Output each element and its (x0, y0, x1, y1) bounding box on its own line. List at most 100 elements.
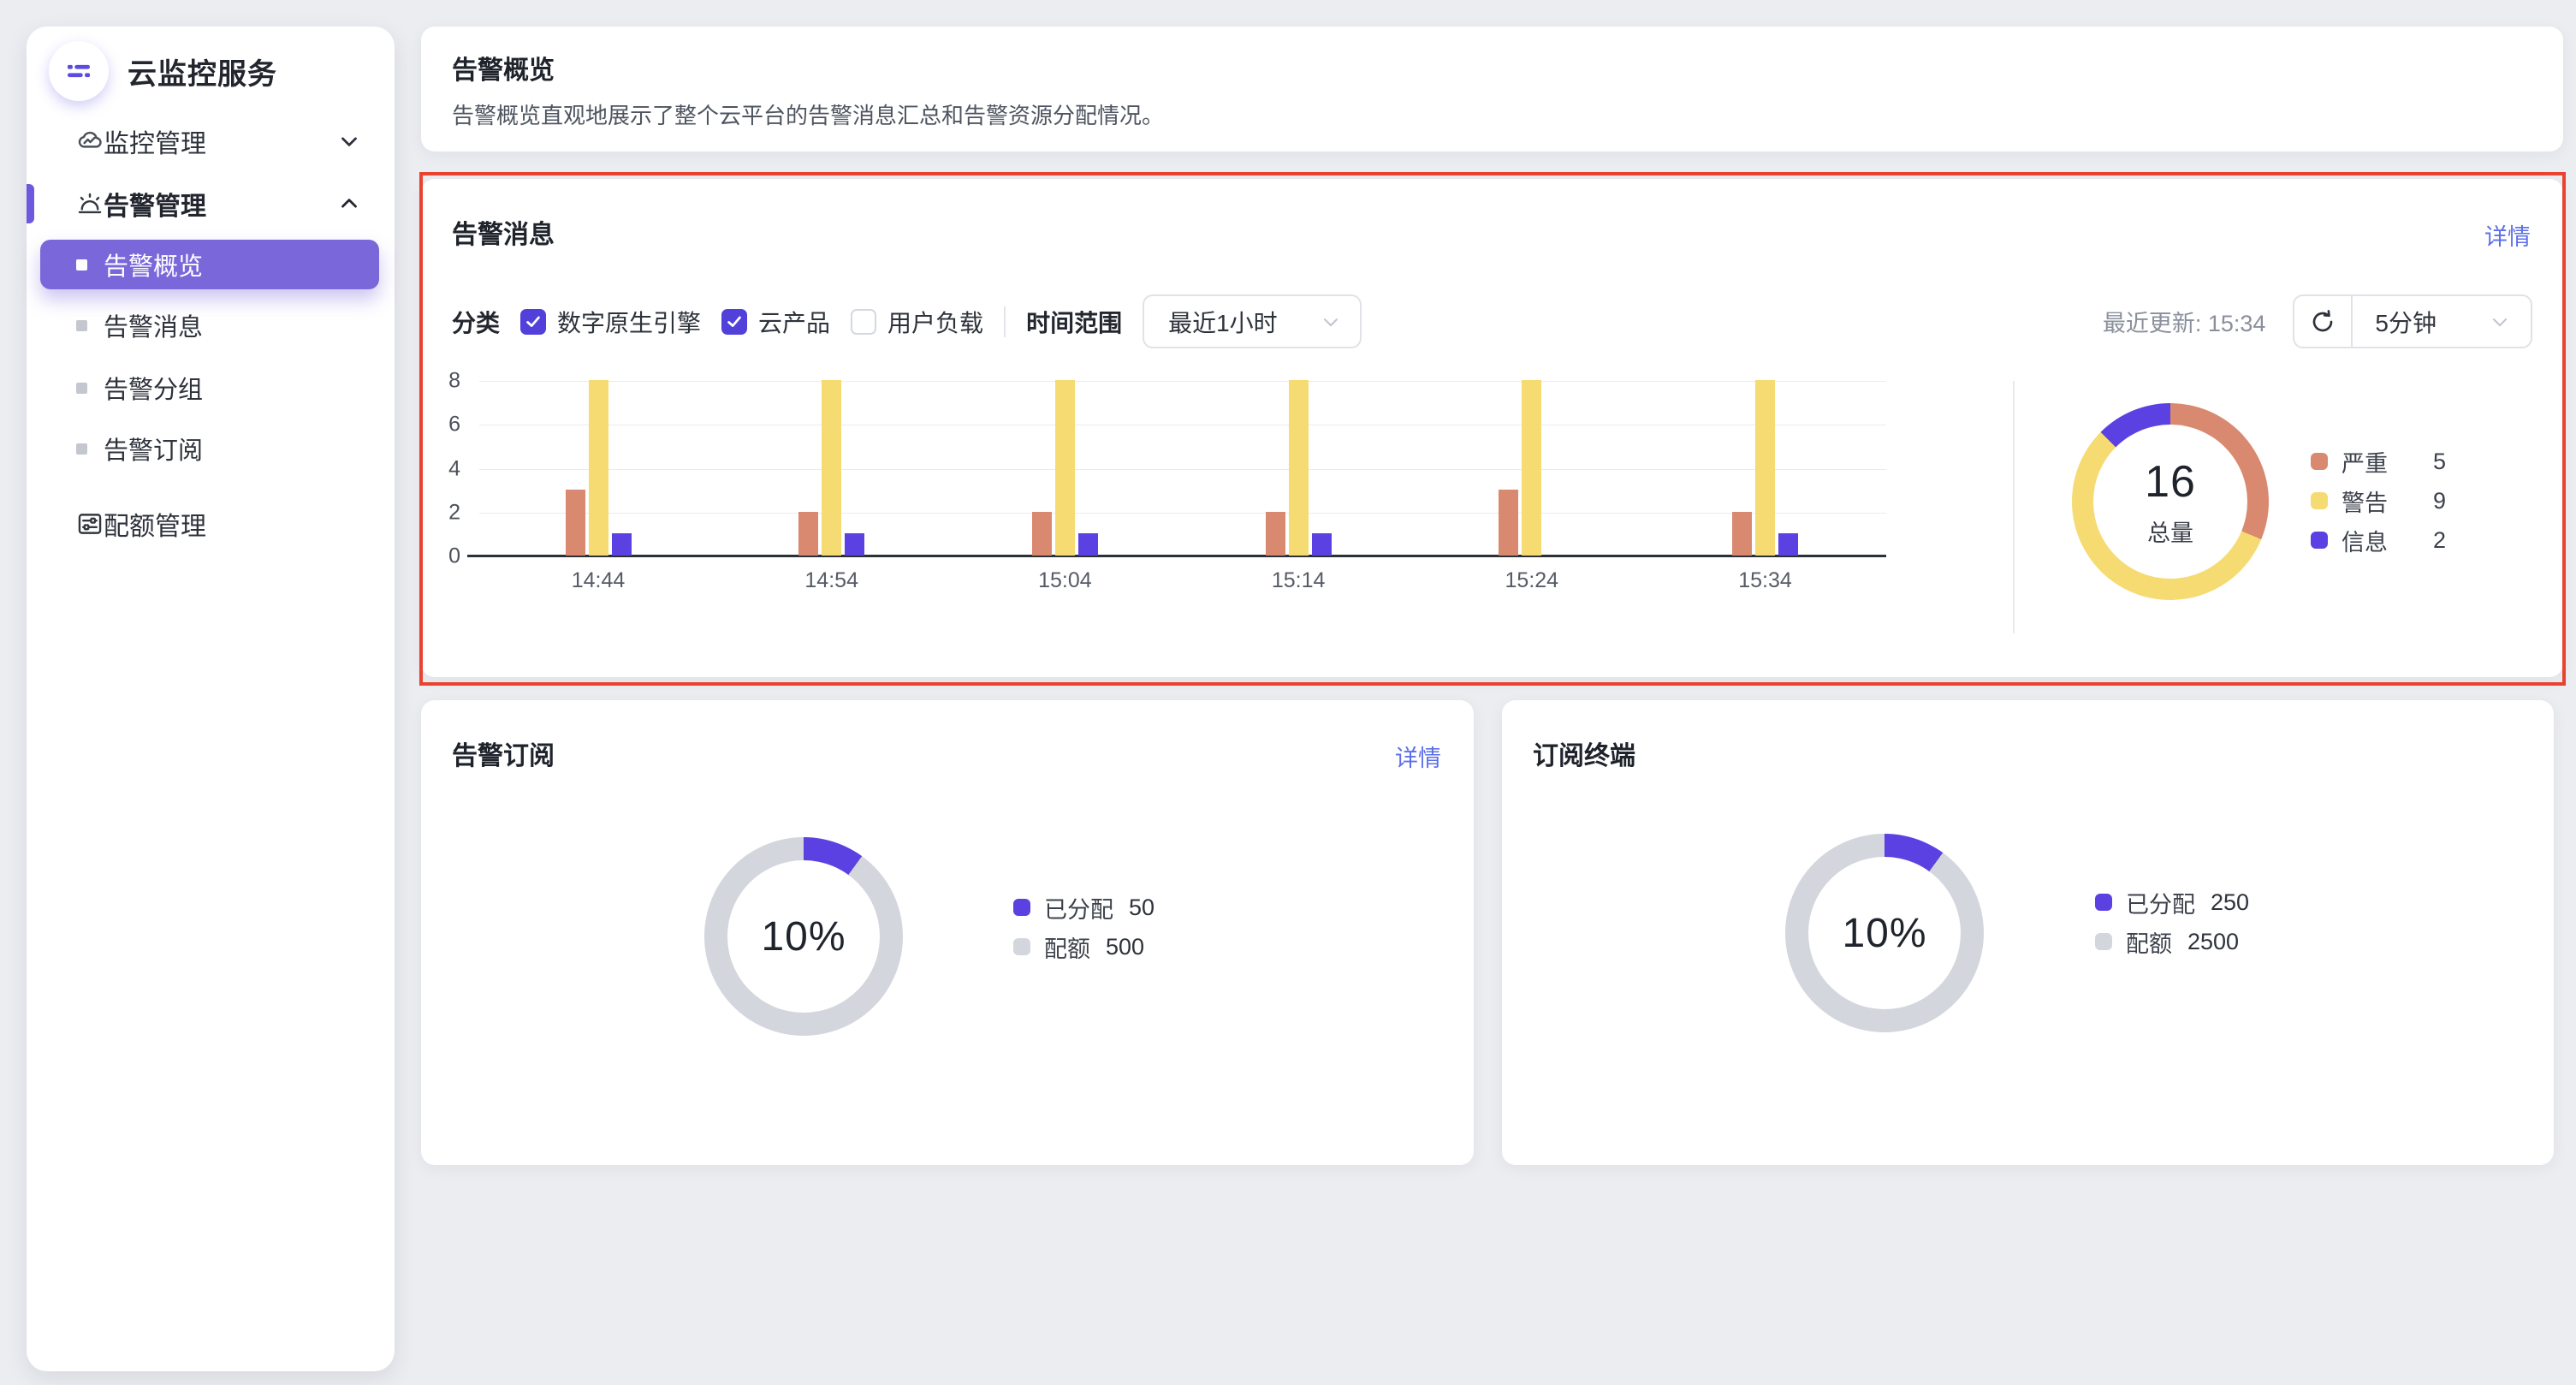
filter-row: 分类 数字原生引擎 云产品 用户负载 时间范围 最近1小时 (452, 294, 1362, 348)
sidebar-item-monitor-management[interactable]: 监控管理 (27, 118, 395, 164)
legend-marker-icon (2095, 933, 2112, 950)
refresh-icon (2313, 309, 2333, 331)
subscription-legend: 已分配 50 配额 500 (1013, 895, 1154, 962)
subscription-usage-donut: 10% (704, 837, 903, 1036)
alert-total-donut: 16 总量 (2072, 403, 2269, 600)
sidebar-item-label: 告警管理 (104, 193, 206, 221)
alert-subscription-card: 告警订阅 详情 10% 已分配 50 配额 500 (421, 700, 1474, 1165)
alert-messages-card: 告警消息 详情 分类 数字原生引擎 云产品 用户负载 时间范围 最近1小时 最近… (421, 179, 2563, 677)
donut-center-text: 10% (1842, 910, 1927, 956)
sidebar-item-alert-groups[interactable]: 告警分组 (40, 365, 379, 411)
time-range-label: 时间范围 (1026, 309, 1123, 336)
legend-item: 配额 2500 (2095, 928, 2249, 957)
app: 云监控服务 监控管理 告警管理 告警概览 告警消息 告警分组 告警订阅 配额管理… (0, 0, 2576, 1385)
bar-警告-15:14 (1288, 380, 1309, 556)
page-description: 告警概览直观地展示了整个云平台的告警消息汇总和告警资源分配情况。 (452, 103, 1165, 128)
sidebar-item-label: 告警概览 (104, 253, 204, 281)
x-axis-tick: 15:04 (1038, 568, 1092, 592)
alert-donut-legend: 严重 5 警告 9 信息 2 (2311, 449, 2446, 556)
x-axis-tick: 14:44 (571, 568, 626, 592)
sidebar-item-label: 告警订阅 (104, 437, 204, 465)
sidebar-item-label: 告警分组 (104, 377, 204, 404)
alert-bar-chart: 14:44 14:54 15:04 15:14 15:24 15:34 (467, 380, 1886, 592)
gridline (479, 381, 1886, 382)
card-title: 订阅终端 (1533, 742, 1635, 770)
legend-value: 9 (2432, 487, 2446, 514)
legend-label: 已分配 (1044, 896, 1113, 923)
page-title: 告警概览 (452, 56, 555, 85)
refresh-button[interactable] (2294, 296, 2351, 347)
donut-center-text: 16 总量 (2145, 456, 2196, 546)
legend-label: 信息 (2342, 529, 2388, 556)
bullet-square-icon (76, 259, 87, 270)
checkbox-cloud-product[interactable]: 云产品 (721, 305, 830, 339)
bar-信息-15:34 (1778, 533, 1798, 556)
chevron-up-icon (336, 191, 362, 217)
refresh-controls: 最近更新: 15:34 5分钟 (2103, 294, 2532, 348)
bullet-square-icon (76, 443, 87, 455)
app-logo-icon (49, 41, 109, 101)
legend-label: 已分配 (2126, 891, 2195, 918)
legend-label: 警告 (2342, 490, 2388, 516)
bullet-square-icon (76, 382, 87, 394)
divider (1004, 306, 1006, 337)
legend-value: 2 (2432, 526, 2446, 553)
app-title: 云监控服务 (128, 57, 277, 91)
x-axis-tick: 15:24 (1505, 568, 1559, 592)
x-axis-tick: 15:14 (1271, 568, 1326, 592)
refresh-interval-select[interactable]: 5分钟 (2353, 305, 2531, 339)
time-range-select[interactable]: 最近1小时 (1143, 294, 1362, 348)
x-axis-line (467, 555, 1886, 557)
y-axis-tick: 2 (448, 500, 460, 525)
sliders-icon (74, 508, 105, 539)
bar-警告-14:54 (822, 380, 842, 556)
sidebar: 云监控服务 监控管理 告警管理 告警概览 告警消息 告警分组 告警订阅 配额管理 (27, 27, 395, 1371)
chevron-down-icon (1324, 318, 1338, 326)
bar-严重-14:54 (798, 511, 819, 556)
legend-label: 严重 (2342, 450, 2388, 477)
alert-detail-link[interactable]: 详情 (2484, 218, 2531, 252)
bar-警告-15:04 (1054, 380, 1075, 556)
legend-item: 警告 9 (2311, 487, 2446, 516)
card-title: 告警订阅 (452, 742, 555, 770)
checkbox-digital-native-engine[interactable]: 数字原生引擎 (520, 305, 701, 339)
legend-marker-icon (2311, 453, 2328, 470)
sidebar-item-alert-overview[interactable]: 告警概览 (40, 240, 379, 289)
donut-center-text: 10% (761, 913, 846, 960)
divider (2013, 381, 2015, 633)
legend-marker-icon (2095, 894, 2112, 911)
sidebar-item-alert-management[interactable]: 告警管理 (27, 181, 395, 227)
y-axis-tick: 4 (448, 456, 460, 480)
legend-item: 信息 2 (2311, 526, 2446, 556)
subscription-terminal-card: 订阅终端 10% 已分配 250 配额 2500 (1502, 700, 2554, 1165)
gridline (479, 512, 1886, 514)
sidebar-item-alert-subscription[interactable]: 告警订阅 (40, 425, 379, 472)
bullet-square-icon (76, 319, 87, 331)
legend-marker-icon (1013, 899, 1030, 916)
chevron-down-icon (336, 128, 362, 154)
bar-信息-14:54 (845, 533, 865, 556)
card-title: 告警消息 (452, 221, 555, 249)
bar-信息-14:44 (611, 533, 632, 556)
sidebar-item-alert-messages[interactable]: 告警消息 (40, 302, 379, 348)
legend-marker-icon (2311, 532, 2328, 549)
sidebar-item-quota-management[interactable]: 配额管理 (27, 501, 395, 547)
chevron-down-icon (2492, 318, 2508, 326)
bar-严重-15:34 (1732, 511, 1752, 556)
sidebar-item-label: 配额管理 (104, 513, 206, 541)
subscription-detail-link[interactable]: 详情 (1395, 740, 1441, 773)
checkbox-unchecked-icon (851, 308, 877, 335)
bar-信息-15:14 (1311, 533, 1332, 556)
y-axis-tick: 6 (448, 412, 460, 437)
checkbox-checked-icon (721, 308, 748, 335)
gridline (479, 468, 1886, 470)
logo-row: 云监控服务 (49, 41, 277, 101)
last-update-text: 最近更新: 15:34 (2102, 311, 2266, 336)
checkbox-user-load[interactable]: 用户负载 (851, 305, 983, 339)
bar-严重-15:24 (1499, 490, 1519, 556)
bar-警告-15:24 (1522, 380, 1542, 556)
legend-value: 2500 (2187, 928, 2240, 954)
overview-card: 告警概览 告警概览直观地展示了整个云平台的告警消息汇总和告警资源分配情况。 (421, 27, 2563, 152)
category-filter-label: 分类 (452, 309, 501, 336)
bar-警告-15:34 (1755, 380, 1775, 556)
